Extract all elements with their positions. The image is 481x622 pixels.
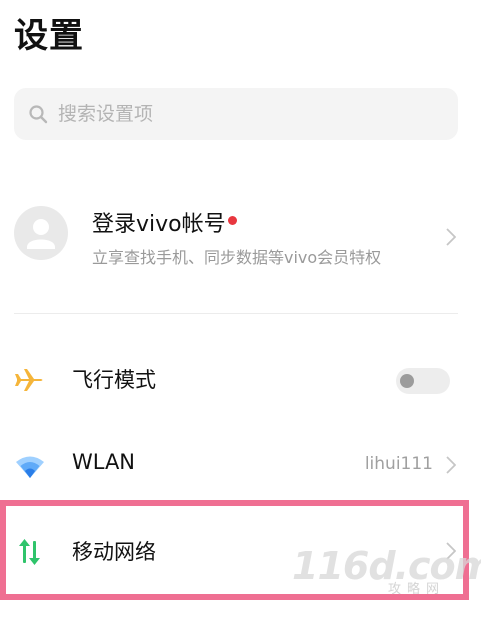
chevron-right-icon (446, 228, 456, 246)
account-title-label: 登录vivo帐号 (92, 212, 226, 237)
account-subtitle: 立享查找手机、同步数据等vivo会员特权 (92, 248, 382, 267)
search-input[interactable] (58, 88, 448, 140)
setting-row-mobile-network[interactable]: 移动网络 (0, 516, 481, 586)
chevron-right-icon (446, 542, 456, 560)
setting-label-airplane-mode: 飞行模式 (72, 368, 156, 392)
account-title: 登录vivo帐号 (92, 206, 237, 238)
setting-label-wlan: WLAN (72, 450, 136, 474)
mobile-data-icon (19, 539, 40, 565)
airplane-mode-toggle[interactable] (396, 368, 450, 394)
wifi-icon (16, 456, 44, 478)
airplane-icon (15, 369, 43, 391)
account-row[interactable]: 登录vivo帐号 立享查找手机、同步数据等vivo会员特权 (0, 196, 481, 286)
search-bar[interactable] (14, 88, 458, 140)
setting-row-airplane-mode[interactable]: 飞行模式 (0, 344, 481, 414)
search-icon (29, 105, 48, 124)
user-avatar-icon (14, 206, 68, 260)
setting-row-wlan[interactable]: WLAN lihui111 (0, 430, 481, 500)
divider (14, 313, 458, 314)
notification-dot (227, 216, 237, 225)
toggle-knob (400, 374, 414, 388)
setting-label-mobile-network: 移动网络 (72, 540, 156, 564)
chevron-right-icon (446, 456, 456, 474)
wlan-network-name: lihui111 (364, 454, 433, 474)
page-title: 设置 (14, 16, 84, 56)
